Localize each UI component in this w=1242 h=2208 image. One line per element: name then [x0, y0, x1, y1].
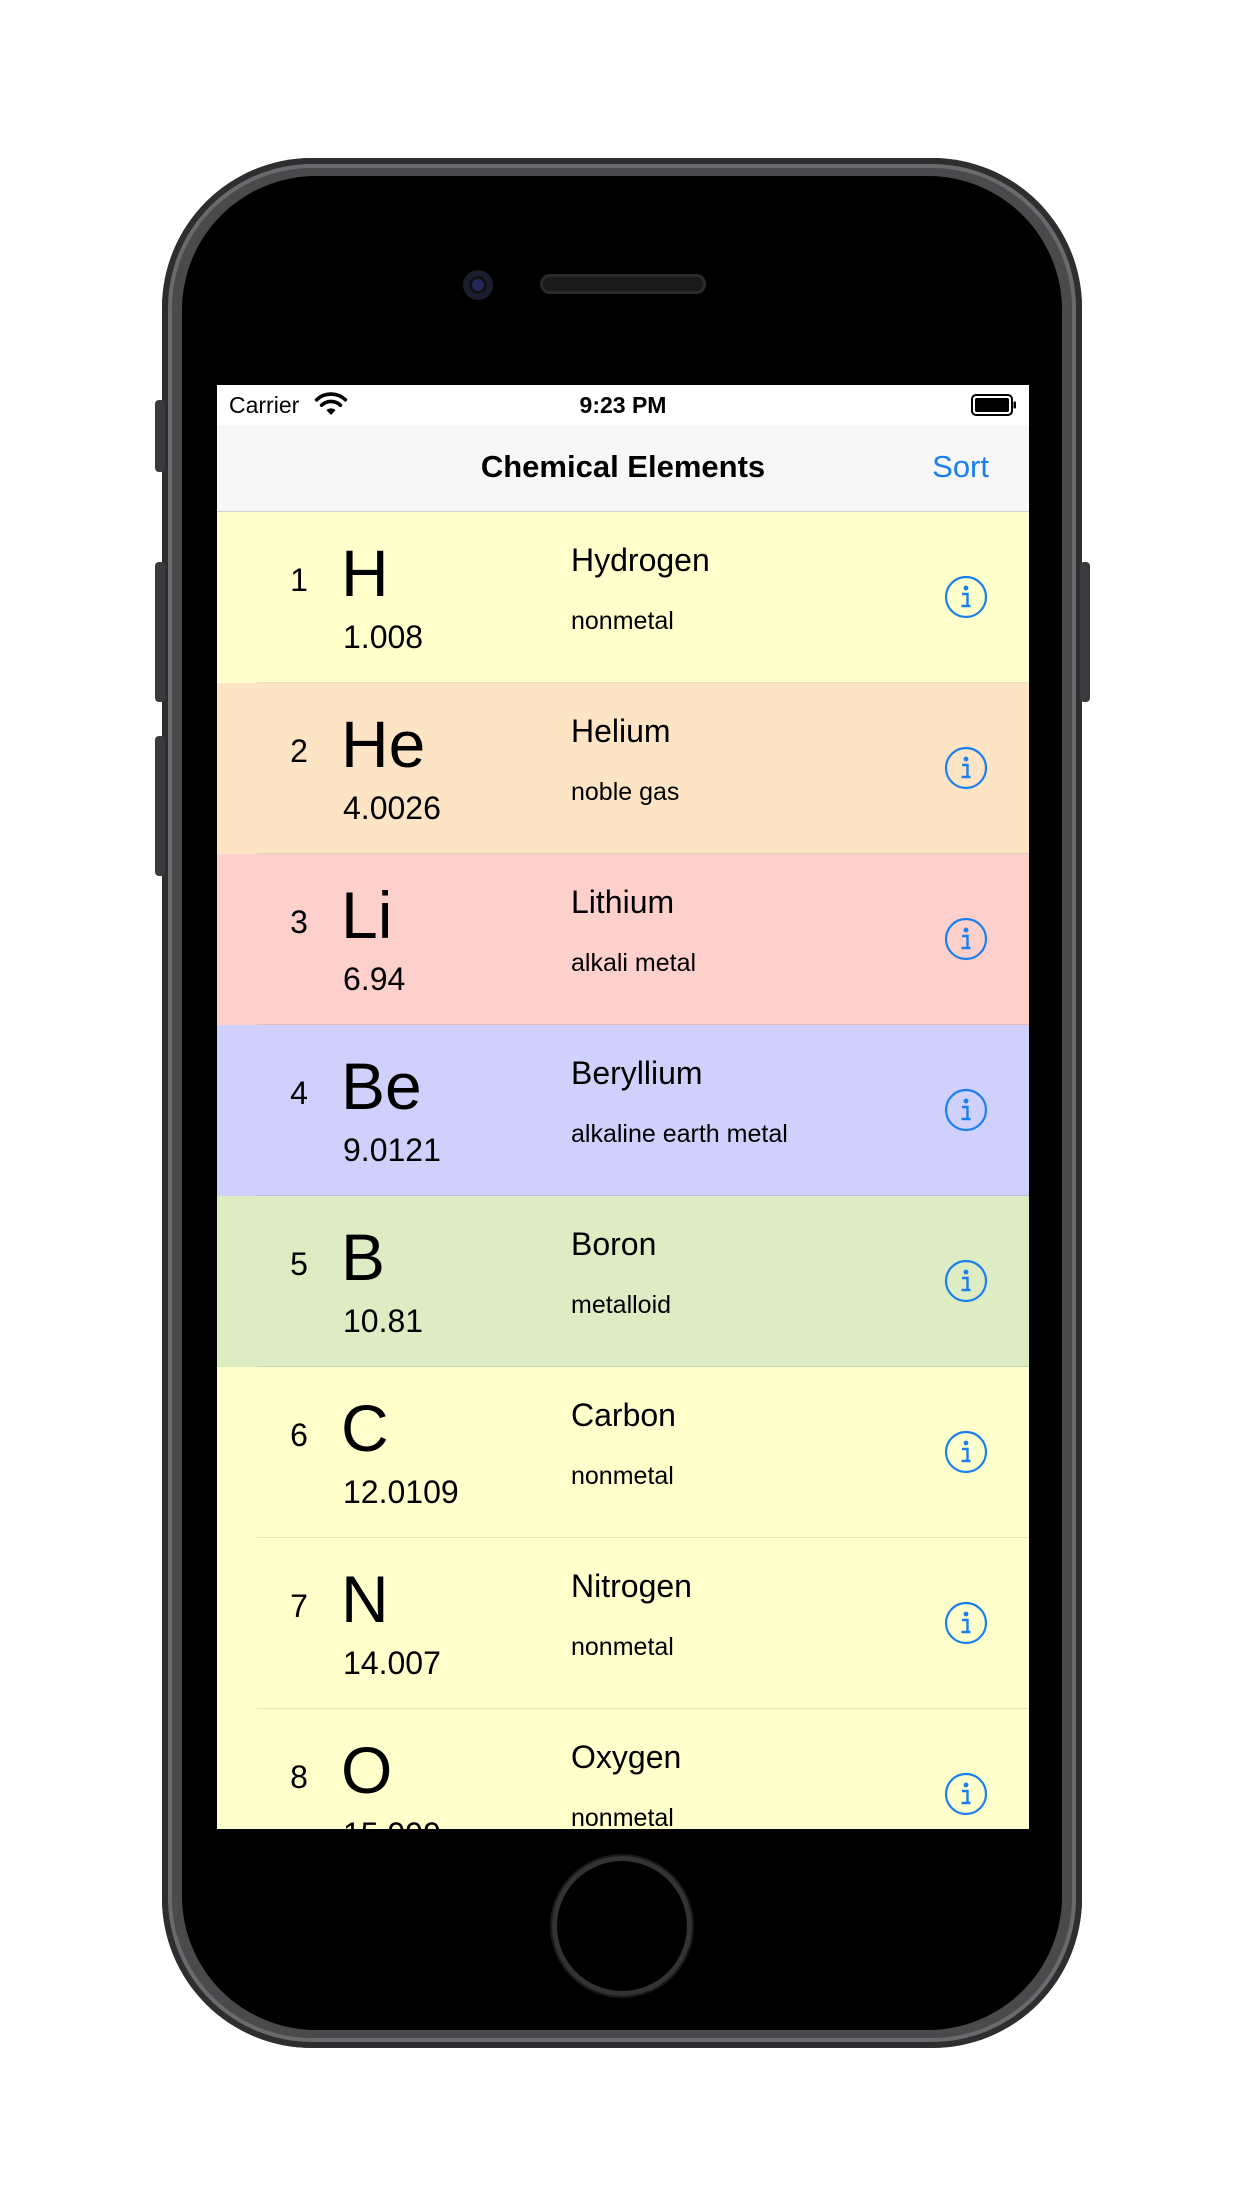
volume-down-button [155, 736, 165, 876]
battery-full-icon [971, 394, 1016, 416]
element-category: alkali metal [571, 949, 697, 977]
app-screen: Carrier 9:23 PM Chemical Elements Sort 1… [217, 385, 1029, 1829]
element-symbol: Be [341, 1049, 422, 1123]
mute-switch [155, 400, 165, 472]
element-row[interactable]: 3 Li 6.94 Lithium alkali metal [217, 854, 1029, 1025]
element-row[interactable]: 1 H 1.008 Hydrogen nonmetal [217, 512, 1029, 683]
element-category: nonmetal [571, 1462, 674, 1490]
power-button [1080, 562, 1090, 702]
element-name: Lithium [571, 884, 675, 920]
element-list[interactable]: 1 H 1.008 Hydrogen nonmetal 2 He 4.0026 Helium no… [217, 512, 1029, 1829]
element-name: Boron [571, 1226, 657, 1262]
info-circle-icon[interactable] [944, 1259, 988, 1303]
atomic-number: 3 [290, 904, 308, 940]
sort-button[interactable]: Sort [932, 449, 989, 485]
element-row[interactable]: 7 N 14.007 Nitrogen nonmetal [217, 1538, 1029, 1709]
element-category: nonmetal [571, 607, 674, 635]
atomic-mass: 1.008 [343, 619, 424, 655]
home-button[interactable] [552, 1856, 692, 1996]
element-row[interactable]: 2 He 4.0026 Helium noble gas [217, 683, 1029, 854]
element-row[interactable]: 5 B 10.81 Boron metalloid [217, 1196, 1029, 1367]
atomic-number: 7 [290, 1588, 308, 1624]
element-category: nonmetal [571, 1633, 674, 1661]
info-circle-icon[interactable] [944, 1088, 988, 1132]
element-row[interactable]: 6 C 12.0109 Carbon nonmetal [217, 1367, 1029, 1538]
element-category: noble gas [571, 778, 680, 806]
front-camera-icon [463, 270, 493, 300]
atomic-number: 2 [290, 733, 308, 769]
element-symbol: O [341, 1733, 393, 1807]
atomic-mass: 15.999 [343, 1816, 441, 1829]
element-row[interactable]: 8O 15.999 Oxygen nonmetal [217, 1709, 1029, 1829]
element-symbol: He [341, 707, 426, 781]
atomic-number: 6 [290, 1417, 308, 1453]
element-name: Beryllium [571, 1055, 703, 1091]
element-name: Carbon [571, 1397, 676, 1433]
volume-up-button [155, 562, 165, 702]
element-symbol: H [341, 536, 389, 610]
page-title: Chemical Elements [480, 449, 766, 484]
atomic-mass: 12.0109 [343, 1474, 459, 1510]
element-symbol: Li [341, 878, 393, 952]
element-row[interactable]: 4 Be 9.0121 Beryllium alkaline earth metal [217, 1025, 1029, 1196]
earpiece-speaker [540, 274, 706, 294]
atomic-number: 4 [290, 1075, 308, 1111]
info-circle-icon[interactable] [944, 746, 988, 790]
element-name: Nitrogen [571, 1568, 692, 1604]
atomic-mass: 6.94 [343, 961, 406, 997]
element-name: Helium [571, 713, 671, 749]
status-bar: Carrier 9:23 PM [217, 385, 1029, 425]
atomic-mass: 14.007 [343, 1645, 441, 1681]
element-category: nonmetal [571, 1804, 674, 1829]
atomic-number: 8 [290, 1759, 308, 1795]
info-circle-icon[interactable] [944, 1430, 988, 1474]
clock-time: 9:23 PM [579, 392, 667, 418]
atomic-mass: 9.0121 [343, 1132, 441, 1168]
element-name: Oxygen [571, 1739, 682, 1775]
atomic-mass: 4.0026 [343, 790, 441, 826]
atomic-mass: 10.81 [343, 1303, 424, 1339]
element-symbol: N [341, 1562, 389, 1636]
element-symbol: B [341, 1220, 386, 1294]
element-category: metalloid [571, 1291, 672, 1319]
atomic-number: 5 [290, 1246, 308, 1282]
element-category: alkaline earth metal [571, 1120, 788, 1148]
element-symbol: C [341, 1391, 389, 1465]
info-circle-icon[interactable] [944, 575, 988, 619]
info-circle-icon[interactable] [944, 1772, 988, 1816]
info-circle-icon[interactable] [944, 917, 988, 961]
atomic-number: 1 [290, 562, 308, 598]
navigation-bar: Chemical Elements Sort [217, 425, 1029, 512]
element-name: Hydrogen [571, 542, 710, 578]
info-circle-icon[interactable] [944, 1601, 988, 1645]
